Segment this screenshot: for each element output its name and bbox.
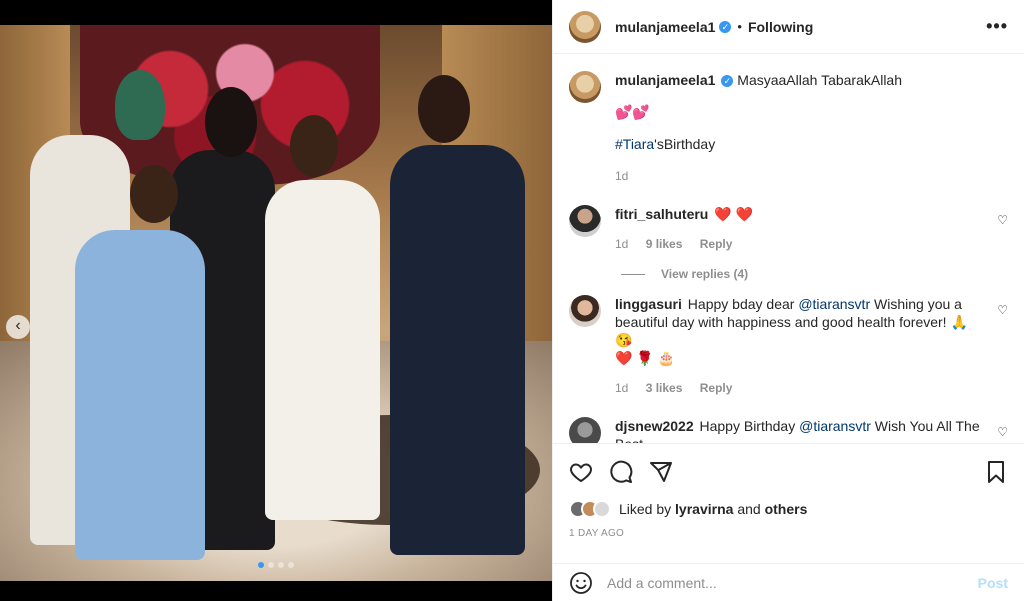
- post-side-panel: mulanjameela1 ✓ • Following ••• mulanjam…: [552, 0, 1024, 601]
- caption-hashtag-line: #Tiara'sBirthday: [615, 135, 984, 153]
- comment-likes-button[interactable]: 3 likes: [646, 381, 683, 395]
- comment-input[interactable]: [607, 574, 978, 591]
- comment-meta: 1d 3 likes Reply: [615, 379, 984, 397]
- comment-body: djsnew2022 Happy Birthday @tiaransvtr Wi…: [615, 417, 1008, 443]
- caption-body: mulanjameela1 ✓ MasyaaAllah TabarakAllah …: [615, 71, 1008, 185]
- comment-item: djsnew2022 Happy Birthday @tiaransvtr Wi…: [569, 417, 1008, 443]
- author-avatar[interactable]: [569, 71, 601, 103]
- caption: mulanjameela1 ✓ MasyaaAllah TabarakAllah …: [569, 71, 1008, 185]
- post-actions: Liked by lyravirna and others 1 DAY AGO: [553, 443, 1024, 539]
- like-heart-icon[interactable]: [569, 460, 593, 484]
- comment-composer: Post: [553, 563, 1024, 601]
- comment-item: fitri_salhuteru ❤️ ❤️ 1d 9 likes Reply ♡: [569, 205, 1008, 253]
- comment-text-pre: Happy bday dear: [687, 296, 799, 312]
- author-username[interactable]: mulanjameela1: [615, 19, 715, 35]
- caption-username[interactable]: mulanjameela1: [615, 72, 715, 88]
- liked-by-prefix: Liked by: [619, 501, 672, 517]
- liker-avatar: [593, 500, 611, 518]
- post-photo: ‹: [0, 25, 552, 581]
- photo-person-head: [115, 70, 165, 140]
- comment-meta: 1d 9 likes Reply: [615, 235, 984, 253]
- view-replies-button[interactable]: View replies (4): [621, 267, 1008, 281]
- carousel-prev-button[interactable]: ‹: [6, 315, 30, 339]
- comment-body: fitri_salhuteru ❤️ ❤️ 1d 9 likes Reply: [615, 205, 1008, 253]
- commenter-avatar[interactable]: [569, 417, 601, 443]
- photo-person-head: [130, 165, 178, 223]
- author-avatar[interactable]: [569, 10, 601, 43]
- share-icon[interactable]: [649, 460, 673, 484]
- more-options-icon[interactable]: •••: [986, 16, 1008, 37]
- hashtag-suffix: 'sBirthday: [654, 136, 716, 152]
- verified-badge-icon: ✓: [721, 75, 734, 87]
- mention-link[interactable]: @tiaransvtr: [799, 418, 871, 434]
- replies-divider: [621, 273, 645, 275]
- separator-dot: •: [737, 19, 742, 34]
- carousel-dot: [288, 562, 294, 568]
- comment-likes-button[interactable]: 9 likes: [646, 237, 683, 251]
- comment-item: linggasuri Happy bday dear @tiaransvtr W…: [569, 295, 1008, 397]
- photo-person-head: [290, 115, 338, 177]
- commenter-username[interactable]: linggasuri: [615, 296, 682, 312]
- like-comment-heart-icon[interactable]: ♡: [997, 303, 1008, 317]
- post-media: ‹: [0, 0, 552, 601]
- caption-emoji: 💕💕: [615, 104, 650, 120]
- comment-body: linggasuri Happy bday dear @tiaransvtr W…: [615, 295, 1008, 397]
- comment-icon[interactable]: [609, 460, 633, 484]
- carousel-dot: [278, 562, 284, 568]
- photo-person: [75, 230, 205, 560]
- follow-status-button[interactable]: Following: [748, 19, 813, 35]
- liked-by-others-link[interactable]: others: [765, 501, 808, 517]
- comment-emoji-line: ❤️ 🌹 🎂: [615, 350, 676, 366]
- commenter-avatar[interactable]: [569, 205, 601, 237]
- post-dialog: ‹ mulanjameela1 ✓ • Following ••• mulanj…: [0, 0, 1024, 601]
- photo-person-head: [418, 75, 470, 143]
- like-comment-heart-icon[interactable]: ♡: [997, 213, 1008, 227]
- mention-link[interactable]: @tiaransvtr: [798, 296, 870, 312]
- action-icons: [569, 458, 1008, 486]
- carousel-dot: [268, 562, 274, 568]
- comment-reply-button[interactable]: Reply: [700, 237, 733, 251]
- post-header: mulanjameela1 ✓ • Following •••: [553, 0, 1024, 54]
- post-comment-button[interactable]: Post: [978, 575, 1008, 591]
- emoji-icon[interactable]: [569, 571, 593, 595]
- comment-age: 1d: [615, 237, 629, 251]
- comment-reply-button[interactable]: Reply: [700, 381, 733, 395]
- commenter-username[interactable]: fitri_salhuteru: [615, 206, 708, 222]
- liked-by[interactable]: Liked by lyravirna and others: [569, 500, 1008, 518]
- bookmark-icon[interactable]: [984, 460, 1008, 484]
- verified-badge-icon: ✓: [719, 20, 732, 33]
- liked-by-and: and: [737, 501, 761, 517]
- comments-list[interactable]: mulanjameela1 ✓ MasyaaAllah TabarakAllah …: [553, 55, 1024, 443]
- liked-by-text: Liked by lyravirna and others: [619, 501, 807, 517]
- photo-person-head: [205, 87, 257, 157]
- photo-person: [390, 145, 525, 555]
- hashtag-link[interactable]: #Tiara: [615, 136, 654, 152]
- comment-age: 1d: [615, 381, 629, 395]
- commenter-avatar[interactable]: [569, 295, 601, 327]
- commenter-username[interactable]: djsnew2022: [615, 418, 694, 434]
- comment-text-pre: Happy Birthday: [699, 418, 800, 434]
- comment-text: ❤️ ❤️: [714, 206, 754, 222]
- view-replies-label: View replies (4): [661, 267, 749, 281]
- caption-age: 1d: [615, 169, 629, 183]
- post-timestamp[interactable]: 1 DAY AGO: [569, 528, 1008, 539]
- carousel-dots: [0, 556, 552, 571]
- caption-text: MasyaaAllah TabarakAllah: [737, 72, 903, 88]
- photo-person: [265, 180, 380, 520]
- carousel-dot: [258, 562, 264, 568]
- like-comment-heart-icon[interactable]: ♡: [997, 425, 1008, 439]
- liked-by-user-link[interactable]: lyravirna: [675, 501, 733, 517]
